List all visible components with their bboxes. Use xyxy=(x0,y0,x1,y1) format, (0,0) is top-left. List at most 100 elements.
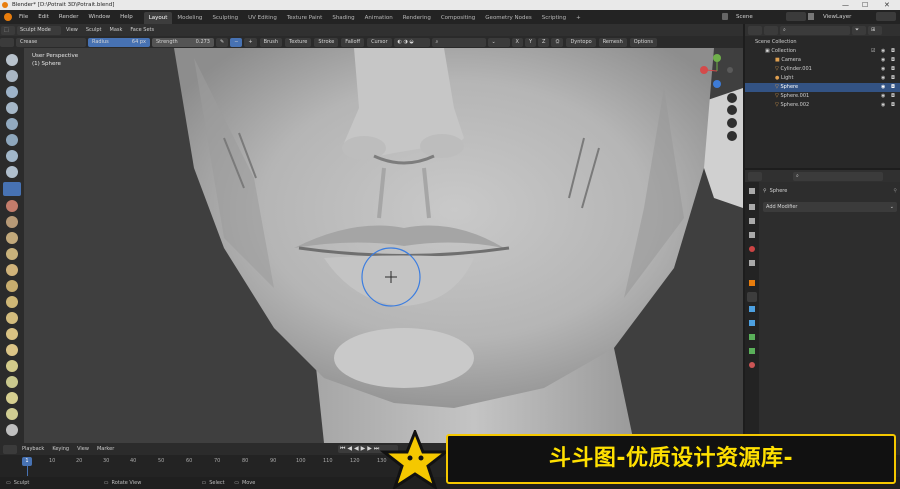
editor-type-icon[interactable]: ⬚ xyxy=(1,25,15,35)
pinch-brush-icon[interactable] xyxy=(6,280,18,292)
minimize-button[interactable]: — xyxy=(842,0,849,10)
tab-texture-paint[interactable]: Texture Paint xyxy=(282,12,328,24)
mirror-x-toggle[interactable]: X xyxy=(511,37,523,47)
radius-slider[interactable]: Radius 64 px xyxy=(88,37,150,47)
outliner-search-field[interactable]: ⌕ xyxy=(780,25,850,35)
visibility-eye-icon[interactable]: ◉ xyxy=(881,47,885,56)
particles-tab-icon[interactable] xyxy=(749,306,755,312)
camera-render-icon[interactable]: ◘ xyxy=(891,83,895,92)
world-tab-icon[interactable] xyxy=(749,260,755,266)
display-mode-icon[interactable] xyxy=(764,25,778,35)
rotate-brush-icon[interactable] xyxy=(6,392,18,404)
stroke-dropdown[interactable]: Stroke xyxy=(314,37,339,47)
menu-window[interactable]: Window xyxy=(83,10,115,24)
outliner-item-camera[interactable]: ■ Camera ◉ ◘ xyxy=(745,56,900,65)
pressure-strength-icon[interactable]: ✎ xyxy=(216,37,229,47)
scene-browse-button[interactable] xyxy=(786,12,806,21)
blender-menu-icon[interactable] xyxy=(4,13,12,21)
tab-layout[interactable]: Layout xyxy=(143,11,173,24)
current-frame-indicator[interactable]: 1 xyxy=(22,457,32,466)
camera-render-icon[interactable]: ◘ xyxy=(891,56,895,65)
mirror-y-toggle[interactable]: Y xyxy=(524,37,536,47)
camera-render-icon[interactable]: ◘ xyxy=(891,65,895,74)
visibility-eye-icon[interactable]: ◉ xyxy=(881,65,885,74)
inflate-brush-icon[interactable] xyxy=(6,150,18,162)
tab-compositing[interactable]: Compositing xyxy=(436,12,480,24)
camera-render-icon[interactable]: ◘ xyxy=(891,101,895,110)
checkbox-icon[interactable]: ☑ xyxy=(871,47,875,56)
menu-mask[interactable]: Mask xyxy=(106,24,127,36)
camera-render-icon[interactable]: ◘ xyxy=(891,74,895,83)
slide-relax-brush-icon[interactable] xyxy=(6,408,18,420)
flatten-brush-icon[interactable] xyxy=(6,216,18,228)
direction-subtract-button[interactable]: − xyxy=(230,37,243,47)
cloth-brush-icon[interactable] xyxy=(6,424,18,436)
draw-brush-icon[interactable] xyxy=(6,54,18,66)
cursor-dropdown[interactable]: Cursor xyxy=(367,37,392,47)
outliner-collection[interactable]: ▣ Collection ☑ ◉ ◘ xyxy=(745,47,900,56)
fill-brush-icon[interactable] xyxy=(6,232,18,244)
mirror-options-button[interactable]: ⌄ xyxy=(487,37,510,47)
brush-name-field[interactable]: Crease xyxy=(16,37,86,47)
outliner-item-sphere-001[interactable]: ▽ Sphere.001 ◉ ◘ xyxy=(745,92,900,101)
draw-sharp-brush-icon[interactable] xyxy=(6,70,18,82)
pose-brush-icon[interactable] xyxy=(6,360,18,372)
maximize-button[interactable]: ☐ xyxy=(862,0,868,10)
clay-brush-icon[interactable] xyxy=(6,86,18,98)
menu-marker[interactable]: Marker xyxy=(93,443,118,455)
outliner-item-cylinder[interactable]: ▽ Cylinder.001 ◉ ◘ xyxy=(745,65,900,74)
smooth-brush-icon[interactable] xyxy=(6,200,18,212)
outliner-item-light[interactable]: ● Light ◉ ◘ xyxy=(745,74,900,83)
camera-render-icon[interactable]: ◘ xyxy=(891,47,895,56)
new-collection-icon[interactable]: ⊞ xyxy=(868,25,882,35)
dyntopo-dropdown[interactable]: Dyntopo xyxy=(566,37,596,47)
view-layer-tab-icon[interactable] xyxy=(749,232,755,238)
grab-brush-icon[interactable] xyxy=(6,296,18,308)
output-tab-icon[interactable] xyxy=(749,218,755,224)
viewport-gizmo-buttons[interactable]: ◐ ◑ ◒ xyxy=(393,37,430,47)
clay-strips-brush-icon[interactable] xyxy=(6,102,18,114)
menu-view[interactable]: View xyxy=(62,24,82,36)
menu-keying[interactable]: Keying xyxy=(48,443,73,455)
camera-render-icon[interactable]: ◘ xyxy=(891,92,895,101)
properties-search-field[interactable]: ⌕ xyxy=(793,171,883,181)
constraints-tab-icon[interactable] xyxy=(749,334,755,340)
view-layer-browse-button[interactable] xyxy=(876,12,896,21)
outliner-editor-type-icon[interactable] xyxy=(748,25,762,35)
tab-rendering[interactable]: Rendering xyxy=(398,12,436,24)
layer-brush-icon[interactable] xyxy=(6,134,18,146)
modifier-tab-icon[interactable] xyxy=(747,292,757,302)
tab-uv-editing[interactable]: UV Editing xyxy=(243,12,282,24)
tab-modeling[interactable]: Modeling xyxy=(172,12,207,24)
tab-sculpting[interactable]: Sculpting xyxy=(207,12,243,24)
viewport-search-field[interactable]: ⌕ xyxy=(431,37,486,47)
visibility-eye-icon[interactable]: ◉ xyxy=(881,83,885,92)
visibility-eye-icon[interactable]: ◉ xyxy=(881,92,885,101)
scene-tab-icon[interactable] xyxy=(749,246,755,252)
nudge-brush-icon[interactable] xyxy=(6,376,18,388)
remesh-dropdown[interactable]: Remesh xyxy=(598,37,627,47)
visibility-eye-icon[interactable]: ◉ xyxy=(881,74,885,83)
thumb-brush-icon[interactable] xyxy=(6,344,18,356)
strength-slider[interactable]: Strength 0.273 xyxy=(152,37,214,47)
properties-editor-type-icon[interactable] xyxy=(748,171,762,181)
menu-playback[interactable]: Playback xyxy=(18,443,48,455)
physics-tab-icon[interactable] xyxy=(749,320,755,326)
view-layer-selector[interactable]: ViewLayer xyxy=(818,10,856,24)
tab-shading[interactable]: Shading xyxy=(327,12,359,24)
zoom-icon[interactable] xyxy=(727,93,737,103)
menu-sculpt[interactable]: Sculpt xyxy=(82,24,106,36)
menu-help[interactable]: Help xyxy=(115,10,138,24)
menu-render[interactable]: Render xyxy=(54,10,84,24)
outliner-item-sphere-002[interactable]: ▽ Sphere.002 ◉ ◘ xyxy=(745,101,900,110)
lock-icon[interactable]: ⛭ xyxy=(551,37,564,47)
mirror-z-toggle[interactable]: Z xyxy=(538,37,550,47)
tool-tab-icon[interactable] xyxy=(749,188,755,194)
outliner-item-sphere[interactable]: ▽ Sphere ◉ ◘ xyxy=(745,83,900,92)
menu-edit[interactable]: Edit xyxy=(33,10,54,24)
mode-selector[interactable]: Sculpt Mode xyxy=(17,25,61,35)
perspective-toggle-icon[interactable] xyxy=(727,131,737,141)
material-tab-icon[interactable] xyxy=(749,362,755,368)
visibility-eye-icon[interactable]: ◉ xyxy=(881,56,885,65)
render-tab-icon[interactable] xyxy=(749,204,755,210)
